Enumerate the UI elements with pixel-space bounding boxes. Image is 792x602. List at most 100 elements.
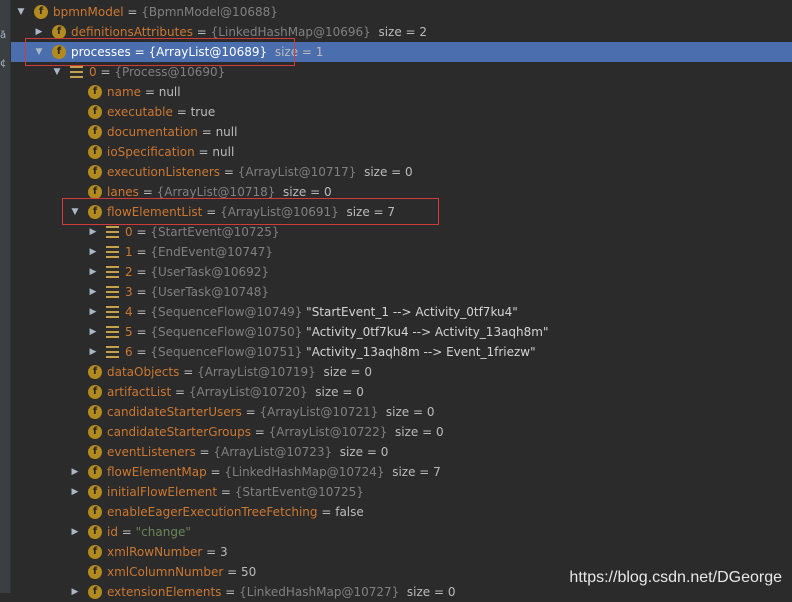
variable-name: xmlRowNumber [107,545,203,559]
tree-row[interactable]: ▶ 1 = {EndEvent@10747} [11,242,792,262]
watermark: https://blog.csdn.net/DGeorge [569,569,782,586]
variable-name: 0 [125,225,133,239]
tree-row[interactable]: ▼ 0 = {Process@10690} [11,62,792,82]
variable-name: flowElementList [107,205,203,219]
tree-row[interactable]: f xmlRowNumber = 3 [11,542,792,562]
variable-name: lanes [107,185,139,199]
expand-arrow-icon[interactable]: ▶ [69,462,81,482]
field-icon: f [88,125,102,139]
tree-row[interactable]: ▶ f id = "change" [11,522,792,542]
debug-variables-tree[interactable]: ▼ f bpmnModel = {BpmnModel@10688} ▶ f definit… [11,2,792,602]
field-icon: f [88,385,102,399]
tree-row[interactable]: f documentation = null [11,122,792,142]
object-reference: {ArrayList@10718} [156,185,276,199]
tree-row[interactable]: ▶ f initialFlowElement = {StartEvent@10725… [11,482,792,502]
tree-row[interactable]: f candidateStarterGroups = {ArrayList@107… [11,422,792,442]
variable-label: executable = true [107,102,215,122]
array-element-icon [106,306,119,318]
tree-row[interactable]: ▶ 5 = {SequenceFlow@10750} "Activity_0tf7… [11,322,792,342]
collapse-arrow-icon[interactable]: ▼ [33,42,45,62]
variable-name: flowElementMap [107,465,207,479]
variable-value: false [335,505,364,519]
tree-row[interactable]: f lanes = {ArrayList@10718} size = 0 [11,182,792,202]
tree-row[interactable]: ▼ f flowElementList = {ArrayList@10691} si… [11,202,792,222]
variable-name: extensionElements [107,585,222,599]
variable-label: name = null [107,82,181,102]
expand-arrow-icon[interactable]: ▶ [87,262,99,282]
variable-value: null [158,85,181,99]
variable-name: enableEagerExecutionTreeFetching [107,505,318,519]
tree-row[interactable]: f executable = true [11,102,792,122]
expand-arrow-icon[interactable]: ▶ [87,322,99,342]
equals-sign: = [195,445,214,459]
field-icon: f [88,425,102,439]
tree-row[interactable]: f name = null [11,82,792,102]
variable-value: size = 0 [356,165,413,179]
tree-row[interactable]: ▶ 2 = {UserTask@10692} [11,262,792,282]
left-gutter: å ¢ [0,0,11,593]
expand-arrow-icon[interactable]: ▶ [87,302,99,322]
variable-value: size = 0 [399,585,456,599]
tree-row[interactable]: ▶ 3 = {UserTask@10748} [11,282,792,302]
expand-arrow-icon[interactable]: ▶ [87,342,99,362]
variable-value: "Activity_0tf7ku4 --> Activity_13aqh8m" [302,325,549,339]
expand-arrow-icon[interactable]: ▶ [87,282,99,302]
object-reference: {SequenceFlow@10749} [150,305,303,319]
equals-sign: = [179,365,198,379]
object-reference: {ArrayList@10717} [237,165,357,179]
collapse-arrow-icon[interactable]: ▼ [69,202,81,222]
variable-label: id = "change" [107,522,191,542]
variable-value: true [190,105,216,119]
tree-row[interactable]: ▶ f flowElementMap = {LinkedHashMap@10724}… [11,462,792,482]
variable-value: size = 7 [384,465,441,479]
expand-arrow-icon[interactable]: ▶ [87,242,99,262]
variable-label: 0 = {StartEvent@10725} [125,222,279,242]
gutter-glyph: ¢ [0,58,7,69]
variable-value: "StartEvent_1 --> Activity_0tf7ku4" [302,305,518,319]
tree-row[interactable]: ▶ f definitionsAttributes = {LinkedHashMap… [11,22,792,42]
object-reference: {Process@10690} [114,65,226,79]
variable-label: bpmnModel = {BpmnModel@10688} [53,2,278,22]
collapse-arrow-icon[interactable]: ▼ [15,2,27,22]
tree-row[interactable]: f eventListeners = {ArrayList@10723} size… [11,442,792,462]
collapse-arrow-icon[interactable]: ▼ [51,62,63,82]
object-reference: {ArrayList@10720} [188,385,308,399]
variable-name: 1 [125,245,133,259]
tree-row[interactable]: f enableEagerExecutionTreeFetching = fals… [11,502,792,522]
equals-sign: = [132,285,151,299]
field-icon: f [88,365,102,379]
equals-sign: = [172,105,191,119]
tree-row[interactable]: f ioSpecification = null [11,142,792,162]
variable-label: ioSpecification = null [107,142,234,162]
object-reference: {SequenceFlow@10751} [150,345,303,359]
variable-value: null [215,125,238,139]
variable-value: null [212,145,235,159]
tree-row[interactable]: ▶ 4 = {SequenceFlow@10749} "StartEvent_1 … [11,302,792,322]
variable-label: documentation = null [107,122,237,142]
tree-row[interactable]: f candidateStarterUsers = {ArrayList@1072… [11,402,792,422]
variable-name: documentation [107,125,198,139]
array-element-icon [106,266,119,278]
tree-row[interactable]: ▼ f processes = {ArrayList@10689} size = 1 [11,42,792,62]
expand-arrow-icon[interactable]: ▶ [69,582,81,602]
equals-sign: = [317,505,336,519]
equals-sign: = [132,325,151,339]
tree-row[interactable]: f dataObjects = {ArrayList@10719} size = … [11,362,792,382]
variable-name: eventListeners [107,445,196,459]
tree-row[interactable]: ▼ f bpmnModel = {BpmnModel@10688} [11,2,792,22]
tree-row[interactable]: f artifactList = {ArrayList@10720} size =… [11,382,792,402]
field-icon: f [88,205,102,219]
expand-arrow-icon[interactable]: ▶ [69,522,81,542]
expand-arrow-icon[interactable]: ▶ [69,482,81,502]
tree-row[interactable]: f executionListeners = {ArrayList@10717} … [11,162,792,182]
tree-row[interactable]: ▶ 6 = {SequenceFlow@10751} "Activity_13aq… [11,342,792,362]
variable-name: 3 [125,285,133,299]
variable-name: initialFlowElement [107,485,218,499]
expand-arrow-icon[interactable]: ▶ [33,22,45,42]
equals-sign: = [132,265,151,279]
equals-sign: = [223,565,241,579]
tree-row[interactable]: ▶ 0 = {StartEvent@10725} [11,222,792,242]
expand-arrow-icon[interactable]: ▶ [87,222,99,242]
variable-label: flowElementList = {ArrayList@10691} size… [107,202,395,222]
equals-sign: = [250,425,269,439]
